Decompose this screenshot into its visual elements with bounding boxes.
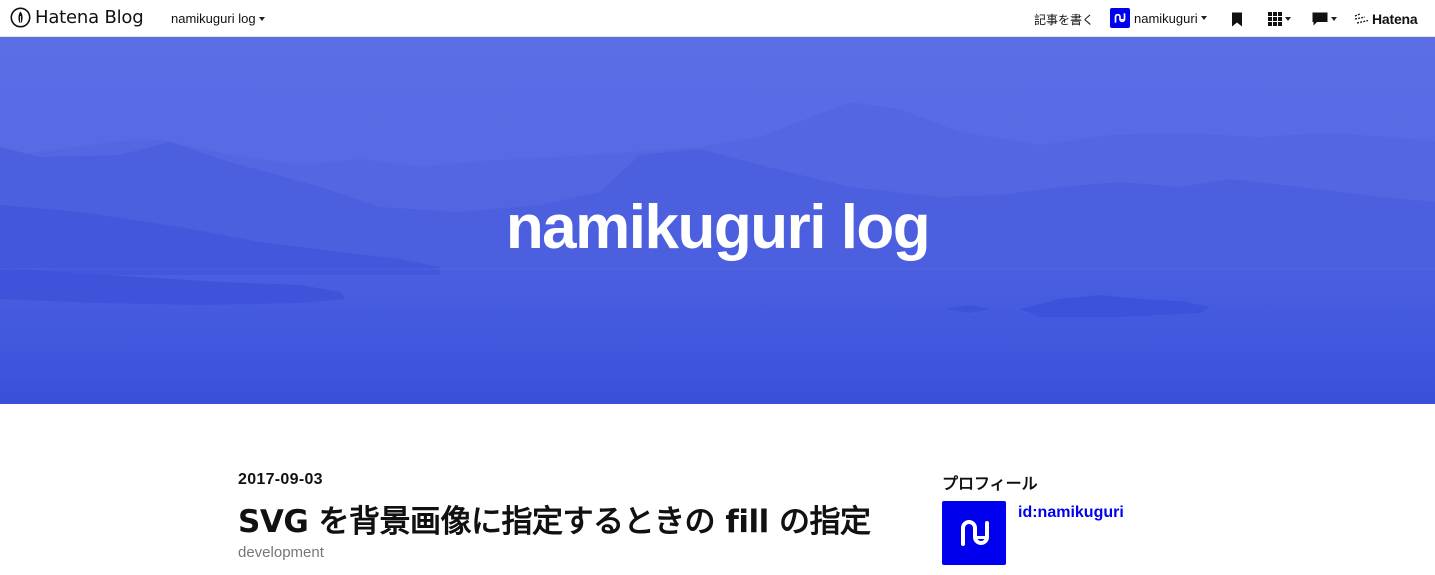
notifications-button[interactable] (1312, 12, 1337, 26)
user-avatar-icon (1110, 8, 1130, 28)
profile-id-link[interactable]: id:namikuguri (1018, 504, 1124, 522)
chevron-down-icon (1200, 16, 1207, 20)
bookmark-button[interactable] (1231, 12, 1243, 32)
profile-avatar-icon[interactable] (942, 501, 1006, 565)
blog-switcher-label: namikuguri log (171, 11, 256, 26)
user-menu-dropdown[interactable]: namikuguri (1110, 8, 1207, 28)
global-header: Hatena Blog namikuguri log 記事を書く namikug… (0, 0, 1435, 37)
blog-title[interactable]: namikuguri log (0, 192, 1435, 263)
hatena-text: Hatena (1372, 11, 1418, 27)
hatena-logo-icon (1354, 13, 1369, 24)
blog-switcher-dropdown[interactable]: namikuguri log (171, 11, 265, 26)
user-name: namikuguri (1134, 10, 1198, 26)
entry-title[interactable]: SVG を背景画像に指定するときの fill の指定 (238, 496, 871, 541)
entry-category-link[interactable]: development (238, 544, 324, 561)
chevron-down-icon (258, 16, 265, 21)
hatena-blog-brand-link[interactable]: Hatena Blog (10, 7, 144, 28)
profile-heading: プロフィール (942, 474, 1038, 493)
profile-avatar-glyph (961, 520, 989, 546)
apps-menu-button[interactable] (1268, 12, 1291, 26)
blog-header: namikuguri log (0, 37, 1435, 404)
entry-date[interactable]: 2017-09-03 (238, 471, 323, 489)
hatena-home-link[interactable]: Hatena (1354, 11, 1418, 27)
brand-text: Hatena Blog (35, 7, 144, 28)
notification-icon (1312, 12, 1328, 26)
write-entry-link[interactable]: 記事を書く (1034, 11, 1094, 28)
hatena-blog-logo-icon (10, 7, 31, 28)
chevron-down-icon (1331, 17, 1337, 21)
chevron-down-icon (1285, 17, 1291, 21)
apps-grid-icon (1268, 12, 1282, 26)
bookmark-icon (1232, 12, 1242, 27)
